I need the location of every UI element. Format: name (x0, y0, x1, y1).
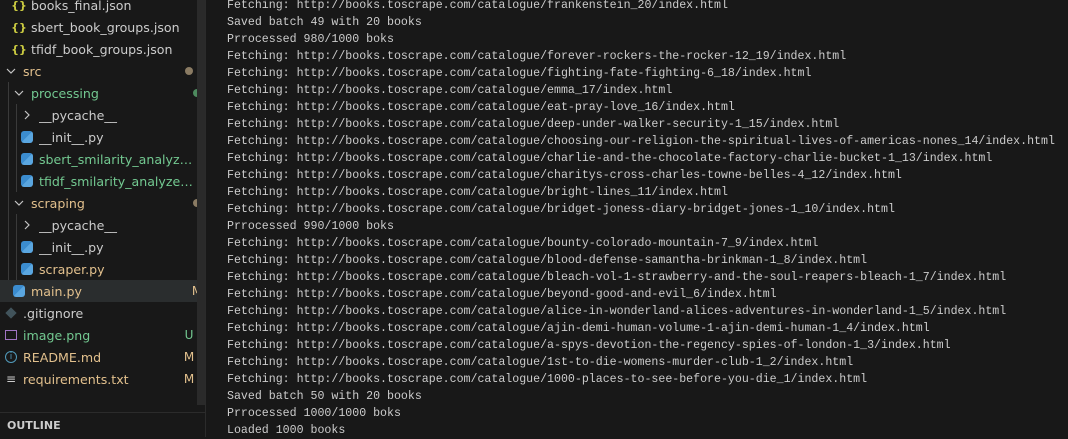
terminal-line: Fetching: http://books.toscrape.com/cata… (227, 373, 868, 386)
json-icon: {} (11, 20, 27, 34)
explorer-item[interactable]: image.png U (0, 324, 201, 346)
explorer-item-label: __init__.py (39, 129, 104, 145)
outline-section-header[interactable]: OUTLINE (0, 412, 205, 437)
explorer-item-label: README.md (23, 349, 102, 365)
explorer-item-label: scraper.py (39, 261, 105, 277)
chevron-down-icon (12, 196, 26, 210)
terminal-line: Fetching: http://books.toscrape.com/cata… (227, 203, 895, 216)
explorer-item-label: __pycache__ (39, 107, 117, 123)
terminal-line: Saved batch 49 with 20 books (227, 16, 422, 29)
explorer-item-label: __init__.py (39, 239, 104, 255)
explorer-item[interactable]: __pycache__ (0, 214, 205, 236)
explorer-item-label: scraping (31, 195, 85, 211)
changes-dot (179, 64, 199, 78)
python-icon (20, 240, 34, 254)
terminal-line: Fetching: http://books.toscrape.com/cata… (227, 135, 1055, 148)
python-icon (20, 174, 34, 188)
explorer-item-label: processing (31, 85, 99, 101)
terminal-line: Fetching: http://books.toscrape.com/cata… (227, 254, 868, 267)
terminal-line: Saved batch 50 with 20 books (227, 390, 422, 403)
explorer-item-label: src (23, 63, 42, 79)
terminal-line: Fetching: http://books.toscrape.com/cata… (227, 186, 728, 199)
info-icon: i (4, 350, 18, 364)
explorer-item[interactable]: {} books_final.json (0, 0, 205, 16)
explorer-item[interactable]: __pycache__ (0, 104, 205, 126)
json-icon: {} (11, 42, 27, 56)
explorer-item-label: books_final.json (31, 0, 132, 13)
explorer-item[interactable]: scraping (0, 192, 205, 214)
terminal-line: Fetching: http://books.toscrape.com/cata… (227, 288, 777, 301)
explorer-item-label: tfidf_book_groups.json (31, 41, 173, 57)
chevron-down-icon (12, 86, 26, 100)
terminal-line: Fetching: http://books.toscrape.com/cata… (227, 237, 819, 250)
terminal-line: Prrocessed 990/1000 boks (227, 220, 394, 233)
terminal-line: Fetching: http://books.toscrape.com/cata… (227, 0, 728, 12)
git-status-badge: U (184, 328, 194, 342)
explorer-sidebar: {} books_final.json {} sbert_book_groups.js… (0, 0, 206, 437)
text-file-icon: ≡ (5, 372, 17, 386)
python-icon (20, 152, 34, 166)
terminal-line: Fetching: http://books.toscrape.com/cata… (227, 271, 1007, 284)
explorer-item[interactable]: .gitignore (0, 302, 201, 324)
explorer-item[interactable]: src (0, 60, 201, 82)
terminal-line: Fetching: http://books.toscrape.com/cata… (227, 101, 735, 114)
chevron-right-icon (20, 218, 34, 232)
explorer-item-label: main.py (31, 283, 82, 299)
terminal-line: Fetching: http://books.toscrape.com/cata… (227, 305, 1007, 318)
explorer-item[interactable]: sbert_smilarity_analyzer.pyU (0, 148, 205, 170)
explorer-item-label: image.png (23, 327, 91, 343)
explorer-item[interactable]: __init__.py (0, 236, 205, 258)
terminal-line: Prrocessed 980/1000 boks (227, 33, 394, 46)
explorer-item[interactable]: {} sbert_book_groups.json (0, 16, 205, 38)
explorer-item[interactable]: processing (0, 82, 205, 104)
chevron-right-icon (20, 108, 34, 122)
terminal-line: Loaded 1000 books (227, 424, 346, 437)
python-icon (20, 262, 34, 276)
explorer-item-label: __pycache__ (39, 217, 117, 233)
explorer-item[interactable]: main.pyM (0, 280, 205, 302)
outline-label: OUTLINE (7, 418, 61, 432)
explorer-item-label: .gitignore (23, 305, 84, 321)
json-icon: {} (11, 0, 27, 12)
explorer-item[interactable]: tfidf_smilarity_analyzer.pyU (0, 170, 205, 192)
sidebar-scrollbar[interactable] (197, 0, 205, 405)
git-icon (4, 306, 18, 320)
terminal-line: Fetching: http://books.toscrape.com/cata… (227, 50, 847, 63)
terminal-line: Fetching: http://books.toscrape.com/cata… (227, 356, 854, 369)
git-status-badge: M (183, 372, 195, 386)
terminal-line: Fetching: http://books.toscrape.com/cata… (227, 67, 812, 80)
image-icon (4, 328, 18, 342)
terminal-line: Fetching: http://books.toscrape.com/cata… (227, 84, 673, 97)
git-status-badge: M (183, 350, 195, 364)
python-icon (20, 130, 34, 144)
explorer-item[interactable]: scraper.pyM (0, 258, 205, 280)
python-icon (12, 284, 26, 298)
terminal-panel[interactable]: Fetching: http://books.toscrape.com/cata… (206, 0, 1068, 437)
explorer-item[interactable]: {} tfidf_book_groups.json (0, 38, 205, 60)
terminal-line: Fetching: http://books.toscrape.com/cata… (227, 118, 840, 131)
explorer-item-label: sbert_book_groups.json (31, 19, 180, 35)
explorer-item[interactable]: __init__.py (0, 126, 205, 148)
terminal-line: Prrocessed 1000/1000 boks (227, 407, 401, 420)
explorer-item[interactable]: i README.md M (0, 346, 201, 368)
explorer-item-label: tfidf_smilarity_analyzer.py (39, 173, 195, 189)
terminal-line: Fetching: http://books.toscrape.com/cata… (227, 339, 951, 352)
explorer-item-label: sbert_smilarity_analyzer.py (39, 151, 195, 167)
terminal-line: Fetching: http://books.toscrape.com/cata… (227, 152, 993, 165)
explorer-item[interactable]: ≡ requirements.txt M (0, 368, 201, 390)
terminal-line: Fetching: http://books.toscrape.com/cata… (227, 322, 930, 335)
explorer-item-label: requirements.txt (23, 371, 129, 387)
terminal-line: Fetching: http://books.toscrape.com/cata… (227, 169, 902, 182)
chevron-down-icon (4, 64, 18, 78)
